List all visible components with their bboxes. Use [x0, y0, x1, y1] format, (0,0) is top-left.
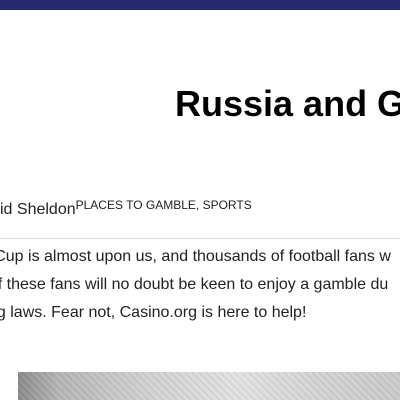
article-byline: vid SheldonPLACES TO GAMBLE, SPORTS	[0, 198, 252, 219]
body-line: ty of these fans will no doubt be keen t…	[0, 276, 389, 293]
body-line: rld Cup is almost upon us, and thousands…	[0, 248, 391, 265]
article-page: Russia and G vid SheldonPLACES TO GAMBLE…	[0, 0, 400, 400]
byline-divider	[0, 238, 400, 239]
article-body: rld Cup is almost upon us, and thousands…	[0, 243, 400, 327]
author-name[interactable]: vid Sheldon	[0, 201, 76, 218]
body-line: bling laws. Fear not, Casino.org is here…	[0, 304, 307, 321]
category-link-sports[interactable]: SPORTS	[203, 198, 252, 212]
site-header-bar	[0, 0, 400, 10]
category-separator: ,	[195, 198, 203, 212]
article-hero-image	[18, 372, 400, 400]
category-list: PLACES TO GAMBLE, SPORTS	[76, 198, 252, 212]
article-title: Russia and G	[175, 83, 400, 124]
category-link-places-to-gamble[interactable]: PLACES TO GAMBLE	[76, 198, 196, 212]
